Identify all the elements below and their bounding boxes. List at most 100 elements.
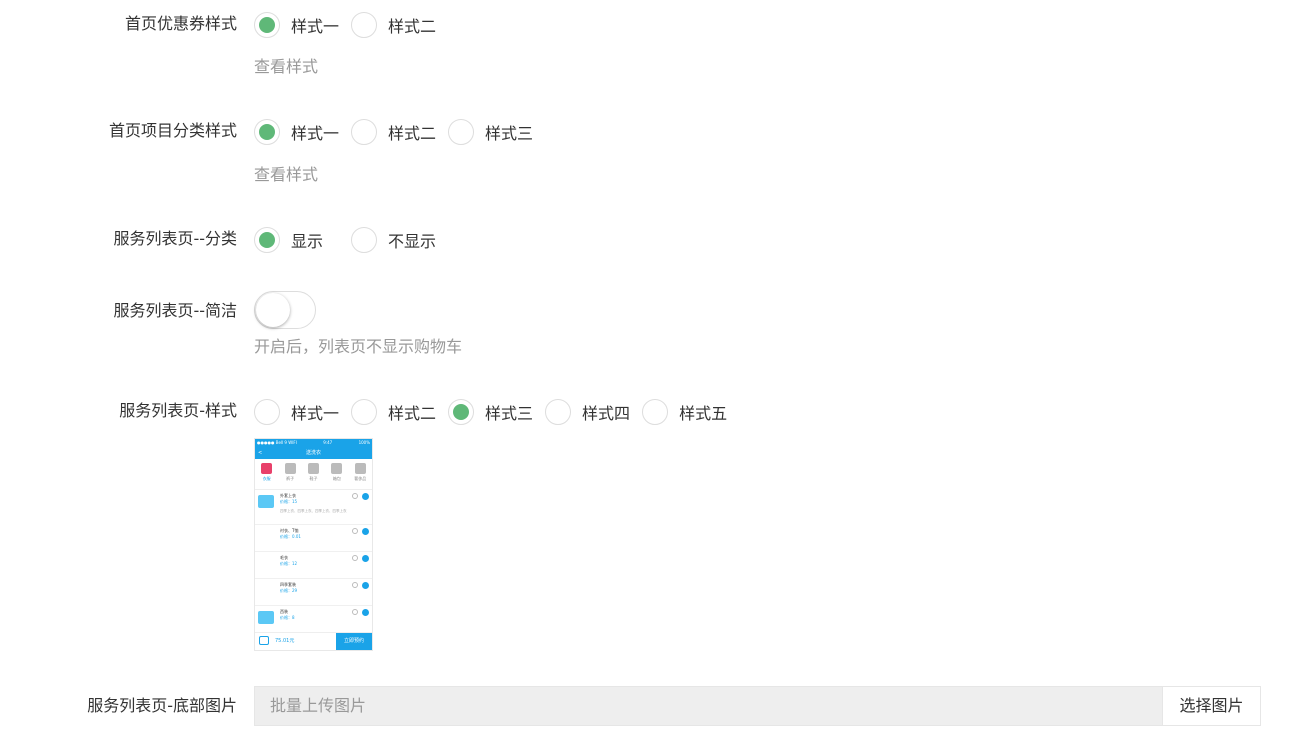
category-style-view-link[interactable]: 查看样式 bbox=[254, 161, 318, 185]
service-category-option-1[interactable]: 显示 bbox=[254, 227, 323, 253]
preview-item-price: 价格：15 bbox=[280, 499, 298, 504]
category-icon bbox=[307, 463, 319, 474]
service-style-option-4[interactable]: 样式四 bbox=[545, 399, 630, 425]
service-style-label: 服务列表页-样式 bbox=[119, 401, 237, 420]
service-simple-toggle[interactable] bbox=[254, 291, 316, 329]
service-style-option-1[interactable]: 样式一 bbox=[254, 399, 339, 425]
preview-category-label: 箱包 bbox=[332, 476, 341, 481]
preview-category-item: 裤子 bbox=[279, 461, 301, 487]
preview-status-bar: ●●●●● Bell 9 WIFI 9:47 100% bbox=[255, 439, 372, 447]
minus-icon bbox=[352, 609, 358, 615]
preview-checkout-button: 立即预约 bbox=[336, 633, 372, 650]
service-category-label: 服务列表页--分类 bbox=[113, 229, 237, 248]
radio-label: 样式一 bbox=[291, 124, 340, 143]
preview-list-item: 外套上衣 价格：15 四季上衣、四季上衣、四季上衣、四季上衣 bbox=[255, 490, 372, 525]
bottom-image-input[interactable]: 批量上传图片 bbox=[255, 687, 1162, 725]
preview-battery: 100% bbox=[358, 440, 370, 445]
category-style-option-2[interactable]: 样式二 bbox=[351, 119, 436, 145]
minus-icon bbox=[352, 493, 358, 499]
service-category-radio-group: 显示 不显示 bbox=[254, 227, 464, 253]
plus-icon bbox=[362, 582, 369, 589]
category-icon bbox=[261, 463, 273, 474]
radio-label: 样式三 bbox=[485, 124, 534, 143]
preview-category-item: 奢侈品 bbox=[349, 461, 371, 487]
preview-back-icon: < bbox=[258, 450, 263, 456]
coupon-style-radio-group: 样式一 样式二 bbox=[254, 12, 448, 38]
service-style-radio-group: 样式一 样式二 样式三 样式四 样式五 bbox=[254, 399, 739, 425]
preview-list-item: 毛衣 价格：12 bbox=[255, 552, 372, 579]
radio-circle[interactable] bbox=[254, 12, 280, 38]
plus-icon bbox=[362, 555, 369, 562]
radio-circle[interactable] bbox=[448, 399, 475, 425]
preview-nav-bar: < 送洗衣 bbox=[255, 447, 372, 459]
preview-list-item: 四季套装 价格：29 bbox=[255, 579, 372, 606]
service-category-option-2[interactable]: 不显示 bbox=[351, 227, 436, 253]
category-icon bbox=[354, 463, 366, 474]
radio-circle[interactable] bbox=[254, 227, 280, 253]
coupon-style-option-2[interactable]: 样式二 bbox=[351, 12, 436, 38]
radio-label: 样式五 bbox=[679, 404, 728, 423]
coupon-style-label: 首页优惠券样式 bbox=[124, 14, 237, 33]
select-image-button[interactable]: 选择图片 bbox=[1162, 687, 1260, 725]
radio-circle[interactable] bbox=[254, 119, 280, 145]
category-style-label: 首页项目分类样式 bbox=[108, 121, 237, 140]
preview-category-item: 衣服 bbox=[256, 461, 278, 487]
preview-category-label: 衣服 bbox=[262, 476, 271, 481]
category-style-radio-group: 样式一 样式二 样式三 bbox=[254, 119, 545, 145]
service-simple-label: 服务列表页--简洁 bbox=[113, 301, 237, 320]
preview-item-price: 价格：8 bbox=[280, 615, 295, 620]
preview-item-list: 外套上衣 价格：15 四季上衣、四季上衣、四季上衣、四季上衣 衬衣、T恤 价格：0.01… bbox=[255, 490, 372, 633]
service-style-option-5[interactable]: 样式五 bbox=[642, 399, 727, 425]
plus-icon bbox=[362, 493, 369, 500]
coupon-style-view-link[interactable]: 查看样式 bbox=[254, 53, 318, 77]
category-icon bbox=[331, 463, 343, 474]
preview-category-label: 裤子 bbox=[286, 476, 295, 481]
bottom-image-label: 服务列表页-底部图片 bbox=[87, 696, 237, 715]
radio-label: 样式二 bbox=[388, 17, 437, 36]
radio-circle[interactable] bbox=[351, 119, 378, 145]
preview-category-label: 奢侈品 bbox=[354, 476, 367, 481]
toggle-knob bbox=[256, 293, 290, 327]
radio-circle[interactable] bbox=[351, 399, 378, 425]
radio-label: 样式一 bbox=[291, 404, 340, 423]
radio-circle[interactable] bbox=[351, 227, 378, 253]
preview-item-price: 价格：0.01 bbox=[280, 534, 301, 539]
radio-circle[interactable] bbox=[254, 399, 280, 425]
radio-label: 样式四 bbox=[582, 404, 631, 423]
preview-total-amount: 75.01元 bbox=[275, 638, 295, 644]
radio-label: 样式三 bbox=[485, 404, 534, 423]
service-style-option-3[interactable]: 样式三 bbox=[448, 399, 533, 425]
preview-list-item: 衬衣、T恤 价格：0.01 bbox=[255, 525, 372, 552]
style-preview-image: ●●●●● Bell 9 WIFI 9:47 100% < 送洗衣 衣服 裤子 鞋子… bbox=[254, 438, 373, 651]
radio-label: 样式一 bbox=[291, 17, 340, 36]
preview-item-price: 价格：29 bbox=[280, 588, 298, 593]
radio-circle[interactable] bbox=[545, 399, 572, 425]
radio-circle[interactable] bbox=[351, 12, 378, 38]
preview-footer: 75.01元 立即预约 bbox=[255, 632, 372, 650]
radio-label: 不显示 bbox=[388, 232, 437, 251]
bottom-image-upload: 批量上传图片 选择图片 bbox=[254, 686, 1261, 726]
preview-item-price: 价格：12 bbox=[280, 561, 298, 566]
preview-category-item: 鞋子 bbox=[302, 461, 324, 487]
minus-icon bbox=[352, 582, 358, 588]
service-style-option-2[interactable]: 样式二 bbox=[351, 399, 436, 425]
radio-label: 样式二 bbox=[388, 404, 437, 423]
plus-icon bbox=[362, 528, 369, 535]
category-style-option-1[interactable]: 样式一 bbox=[254, 119, 339, 145]
service-simple-hint: 开启后，列表页不显示购物车 bbox=[254, 337, 463, 356]
radio-circle[interactable] bbox=[448, 119, 475, 145]
category-style-option-3[interactable]: 样式三 bbox=[448, 119, 533, 145]
coupon-style-option-1[interactable]: 样式一 bbox=[254, 12, 339, 38]
minus-icon bbox=[352, 555, 358, 561]
preview-category-bar: 衣服 裤子 鞋子 箱包 奢侈品 bbox=[255, 459, 372, 490]
preview-time: 9:47 bbox=[323, 440, 333, 445]
plus-icon bbox=[362, 609, 369, 616]
cart-icon bbox=[259, 636, 269, 645]
preview-category-item: 箱包 bbox=[326, 461, 348, 487]
preview-total: 75.01元 bbox=[255, 633, 336, 650]
radio-label: 显示 bbox=[291, 232, 324, 251]
preview-item-subtitle: 四季上衣、四季上衣、四季上衣、四季上衣 bbox=[280, 509, 347, 513]
radio-circle[interactable] bbox=[642, 399, 669, 425]
preview-carrier: ●●●●● Bell 9 WIFI bbox=[257, 440, 297, 445]
shirt-icon bbox=[258, 611, 274, 624]
